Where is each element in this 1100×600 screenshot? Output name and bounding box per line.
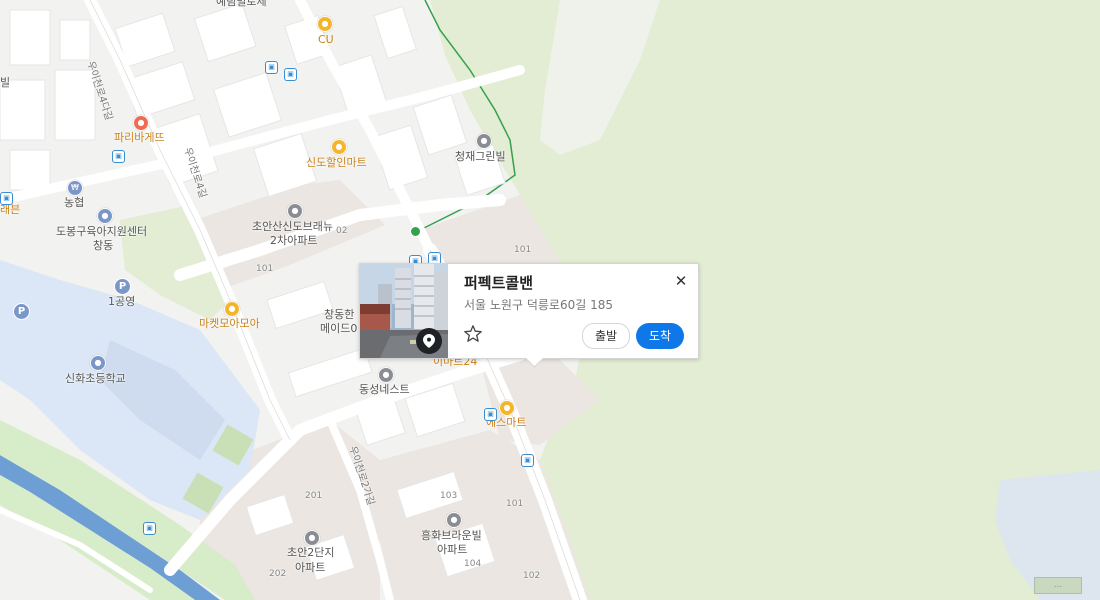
poi-label-dongseong[interactable]: 동성네스트 xyxy=(359,383,410,396)
map-label: 예림빌로제 xyxy=(216,0,267,8)
building-number: 102 xyxy=(523,571,541,581)
convenience-store-icon[interactable]: ● xyxy=(317,16,333,32)
poi-label-sindo-mart[interactable]: 신도할인마트 xyxy=(306,156,367,169)
poi-label-parking[interactable]: 1공영 xyxy=(108,295,135,308)
location-pin-icon xyxy=(416,328,442,354)
poi-label-choan-2-2[interactable]: 아파트 xyxy=(295,561,325,574)
school-icon[interactable]: ● xyxy=(90,355,106,371)
poi-label-cheongjae[interactable]: 청재그린빌 xyxy=(455,150,506,163)
poi-label-dobong-center-2[interactable]: 창동 xyxy=(93,239,113,252)
map-scale-badge: ... xyxy=(1034,577,1082,594)
building-number: 101 xyxy=(514,245,532,255)
poi-label-heunghwa[interactable]: 흥화브라운빌 xyxy=(421,529,482,542)
poi-label-changdong-han[interactable]: 창동한 xyxy=(324,308,354,321)
building-number: 101 xyxy=(506,499,524,509)
parking-icon[interactable]: P xyxy=(13,303,30,320)
poi-label-changdong-han-2[interactable]: 메이드0 xyxy=(320,322,357,335)
bus-stop-icon[interactable]: ▣ xyxy=(265,61,278,74)
place-title: 퍼펙트콜밴 xyxy=(464,274,534,292)
poi-label-sinhwa-school[interactable]: 신화초등학교 xyxy=(65,372,126,385)
bus-stop-icon[interactable]: ▣ xyxy=(484,408,497,421)
building-icon[interactable]: ● xyxy=(476,133,492,149)
building-number: 202 xyxy=(269,569,287,579)
parking-icon[interactable]: P xyxy=(114,278,131,295)
mart-icon[interactable]: ● xyxy=(224,301,240,317)
apartment-icon[interactable]: ● xyxy=(378,367,394,383)
mart-icon[interactable]: ● xyxy=(331,139,347,155)
apartment-icon[interactable]: ● xyxy=(287,203,303,219)
poi-label-cu[interactable]: CU xyxy=(318,33,334,46)
poi-label-heunghwa-2[interactable]: 아파트 xyxy=(437,543,467,556)
place-info-card: 퍼펙트콜밴 서울 노원구 덕릉로60길 185 ✕ 출발 도착 xyxy=(359,263,699,368)
poi-label-paris[interactable]: 파리바게뜨 xyxy=(114,131,165,144)
poi-label-choan-sindo-2[interactable]: 2차아파트 xyxy=(270,234,317,247)
bus-stop-icon[interactable]: ▣ xyxy=(143,522,156,535)
building-number: 02 xyxy=(336,226,348,236)
map-label-edge: 빌 xyxy=(0,76,11,89)
place-address: 서울 노원구 덕릉로60길 185 xyxy=(464,298,613,312)
building-number: 201 xyxy=(305,491,323,501)
poi-label-choan-sindo[interactable]: 초안산신도브래뉴 xyxy=(252,220,333,233)
place-photo[interactable] xyxy=(360,264,448,358)
public-office-icon[interactable]: ● xyxy=(97,208,113,224)
poi-label-dobong-center[interactable]: 도봉구육아지원센터 xyxy=(56,225,147,238)
bus-stop-icon[interactable]: ▣ xyxy=(521,454,534,467)
bank-icon[interactable]: ₩ xyxy=(67,180,83,196)
bus-stop-icon[interactable]: ▣ xyxy=(0,192,13,205)
poi-label-nonghyup[interactable]: 농협 xyxy=(64,196,84,209)
bus-stop-icon[interactable]: ▣ xyxy=(284,68,297,81)
apartment-icon[interactable]: ● xyxy=(446,512,462,528)
poi-label-choan-2[interactable]: 초안2단지 xyxy=(287,546,334,559)
close-icon[interactable]: ✕ xyxy=(672,272,690,290)
poi-label-market-moa[interactable]: 마켓모아모아 xyxy=(199,317,260,330)
bus-stop-icon[interactable]: ▣ xyxy=(112,150,125,163)
building-number: 103 xyxy=(440,491,458,501)
bakery-icon[interactable]: ● xyxy=(133,115,149,131)
apartment-icon[interactable]: ● xyxy=(304,530,320,546)
star-outline-icon[interactable] xyxy=(463,324,483,344)
arrival-button[interactable]: 도착 xyxy=(636,323,684,349)
departure-button[interactable]: 출발 xyxy=(582,323,630,349)
building-number: 104 xyxy=(464,559,482,569)
trail-marker-icon[interactable] xyxy=(410,226,421,237)
building-number: 101 xyxy=(256,264,274,274)
mart-icon[interactable]: ● xyxy=(499,400,515,416)
